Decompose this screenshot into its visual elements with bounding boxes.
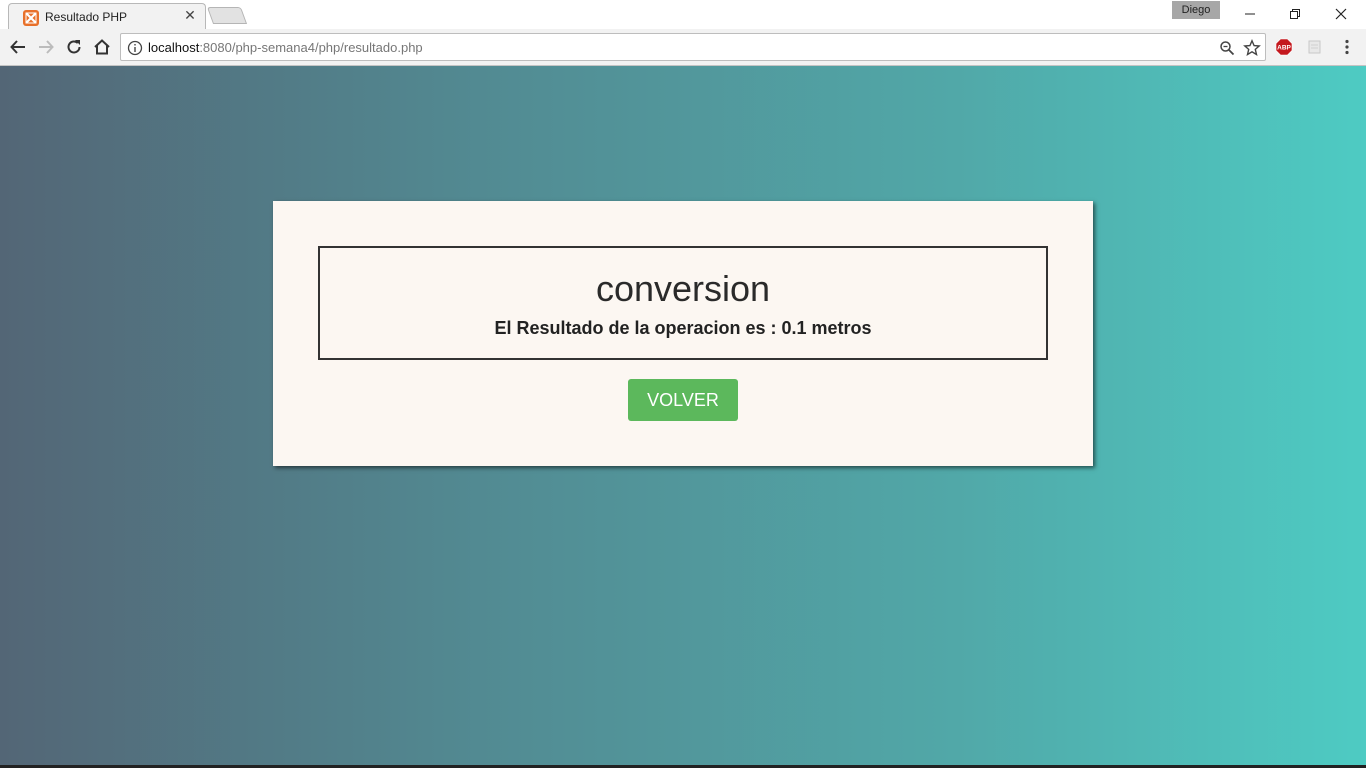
zoom-icon[interactable] bbox=[1219, 40, 1235, 56]
reload-button[interactable] bbox=[62, 35, 86, 59]
arrow-right-icon bbox=[39, 40, 54, 54]
page-title: conversion bbox=[595, 268, 771, 309]
browser-tab[interactable]: Resultado PHP ✕ bbox=[8, 3, 206, 30]
browser-toolbar: localhost:8080/php-semana4/php/resultado… bbox=[0, 29, 1366, 66]
close-window-button[interactable] bbox=[1318, 0, 1364, 28]
abp-icon[interactable]: ABP bbox=[1275, 38, 1293, 56]
home-icon bbox=[94, 39, 110, 55]
tab-title: Resultado PHP bbox=[45, 10, 128, 24]
home-button[interactable] bbox=[90, 35, 114, 59]
star-icon[interactable] bbox=[1243, 39, 1261, 57]
reload-icon bbox=[67, 40, 81, 54]
result-text: El Resultado de la operacion es : 0.1 me… bbox=[494, 318, 872, 338]
kebab-menu-icon[interactable] bbox=[1338, 38, 1356, 56]
abp-label: ABP bbox=[1277, 45, 1291, 52]
info-icon[interactable] bbox=[127, 40, 143, 56]
forward-button[interactable] bbox=[34, 35, 58, 59]
back-button[interactable] bbox=[6, 35, 30, 59]
restore-icon bbox=[1290, 9, 1300, 19]
title-bar: Resultado PHP ✕ Diego bbox=[0, 0, 1366, 30]
close-tab-icon[interactable]: ✕ bbox=[183, 9, 197, 23]
page-viewport: conversion El Resultado de la operacion … bbox=[0, 66, 1366, 768]
restore-button[interactable] bbox=[1272, 0, 1318, 28]
minimize-button[interactable] bbox=[1227, 0, 1273, 28]
xampp-icon bbox=[23, 10, 39, 26]
extension-icon[interactable] bbox=[1306, 38, 1324, 56]
new-tab-button[interactable] bbox=[206, 7, 248, 24]
minimize-icon bbox=[1245, 13, 1255, 15]
url-path: :8080/php-semana4/php/resultado.php bbox=[199, 40, 423, 55]
result-box: conversion El Resultado de la operacion … bbox=[318, 246, 1048, 360]
close-icon bbox=[1335, 8, 1347, 20]
volver-button[interactable]: VOLVER bbox=[628, 379, 738, 421]
url-host: localhost bbox=[148, 40, 200, 55]
address-bar[interactable]: localhost:8080/php-semana4/php/resultado… bbox=[120, 33, 1266, 61]
url-text[interactable]: localhost:8080/php-semana4/php/resultado… bbox=[148, 40, 423, 55]
arrow-left-icon bbox=[10, 40, 25, 54]
profile-badge[interactable]: Diego bbox=[1172, 1, 1220, 19]
result-card: conversion El Resultado de la operacion … bbox=[273, 201, 1093, 466]
